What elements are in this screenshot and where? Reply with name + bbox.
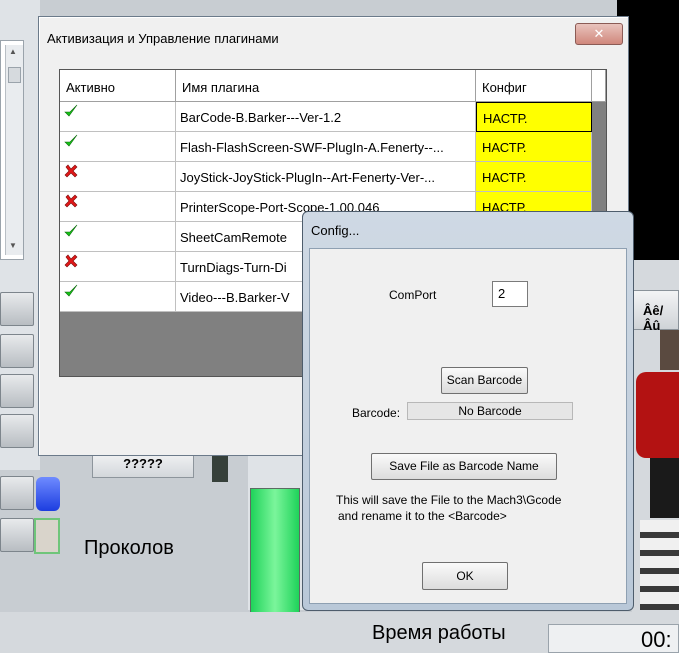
dialog-title: Config... bbox=[311, 223, 360, 238]
column-header-active[interactable]: Активно bbox=[60, 70, 176, 102]
side-button-3[interactable] bbox=[0, 374, 34, 408]
plugin-name: Flash-FlashScreen-SWF-PlugIn-A.Fenerty--… bbox=[176, 132, 476, 162]
column-header-name[interactable]: Имя плагина bbox=[176, 70, 476, 102]
plugin-row[interactable]: BarCode-B.Barker---Ver-1.2 НАСТР. bbox=[60, 102, 606, 132]
comport-input[interactable]: 2 bbox=[492, 281, 528, 307]
side-button-4[interactable] bbox=[0, 414, 34, 448]
side-button-6[interactable] bbox=[0, 518, 34, 552]
status-indicator bbox=[34, 518, 60, 554]
machine-image-stripes bbox=[640, 520, 679, 610]
info-line-1: This will save the File to the Mach3\Gco… bbox=[336, 493, 562, 507]
dialog-body: ComPort 2 Scan Barcode Barcode: No Barco… bbox=[309, 248, 627, 604]
runtime-label: Время работы bbox=[372, 622, 506, 644]
green-gauge bbox=[250, 488, 300, 618]
red-x-icon bbox=[64, 194, 78, 208]
barcode-value: No Barcode bbox=[407, 402, 573, 420]
active-toggle[interactable] bbox=[60, 102, 176, 132]
close-button[interactable]: ✕ bbox=[575, 23, 623, 45]
config-dialog: Config... ComPort 2 Scan Barcode Barcode… bbox=[302, 211, 634, 611]
green-check-icon bbox=[64, 134, 78, 148]
barcode-label: Barcode: bbox=[352, 406, 401, 420]
machine-image-top bbox=[660, 330, 679, 370]
blue-led-indicator bbox=[36, 477, 60, 511]
active-toggle[interactable] bbox=[60, 222, 176, 252]
machine-image-base bbox=[650, 458, 679, 518]
plugin-row[interactable]: Flash-FlashScreen-SWF-PlugIn-A.Fenerty--… bbox=[60, 132, 606, 162]
green-check-icon bbox=[64, 224, 78, 238]
plugin-config-button[interactable]: НАСТР. bbox=[476, 162, 592, 192]
scan-barcode-button[interactable]: Scan Barcode bbox=[441, 367, 528, 394]
red-x-icon bbox=[64, 164, 78, 178]
side-button-1[interactable] bbox=[0, 292, 34, 326]
side-button-5[interactable] bbox=[0, 476, 34, 510]
comport-label: ComPort bbox=[389, 288, 437, 302]
green-check-icon bbox=[64, 104, 78, 118]
runtime-field: 00: bbox=[548, 624, 679, 653]
green-check-icon bbox=[64, 284, 78, 298]
plugin-name: JoyStick-JoyStick-PlugIn--Art-Fenerty-Ve… bbox=[176, 162, 476, 192]
column-header-filler bbox=[592, 70, 606, 102]
red-x-icon bbox=[64, 254, 78, 268]
active-toggle[interactable] bbox=[60, 162, 176, 192]
window-title: Активизация и Управление плагинами bbox=[47, 31, 279, 46]
plugin-config-button[interactable]: НАСТР. bbox=[476, 132, 592, 162]
save-as-barcode-button[interactable]: Save File as Barcode Name bbox=[371, 453, 557, 480]
machine-image-body bbox=[636, 372, 679, 458]
side-button-2[interactable] bbox=[0, 334, 34, 368]
left-scrollbar[interactable]: ▲ ▼ bbox=[5, 45, 23, 255]
active-toggle[interactable] bbox=[60, 282, 176, 312]
active-toggle[interactable] bbox=[60, 192, 176, 222]
column-header-config[interactable]: Конфиг bbox=[476, 70, 592, 102]
scroll-down-icon[interactable]: ▼ bbox=[9, 241, 17, 250]
plugin-config-button[interactable]: НАСТР. bbox=[476, 102, 592, 132]
close-icon: ✕ bbox=[593, 26, 605, 41]
dark-indicator bbox=[212, 452, 228, 482]
active-toggle[interactable] bbox=[60, 132, 176, 162]
plugin-name: BarCode-B.Barker---Ver-1.2 bbox=[176, 102, 476, 132]
grid-header: Активно Имя плагина Конфиг bbox=[60, 70, 606, 102]
active-toggle[interactable] bbox=[60, 252, 176, 282]
info-line-2: and rename it to the <Barcode> bbox=[338, 509, 507, 523]
ok-button[interactable]: OK bbox=[422, 562, 508, 590]
punctures-label: Проколов bbox=[84, 537, 174, 559]
plugin-row[interactable]: JoyStick-JoyStick-PlugIn--Art-Fenerty-Ve… bbox=[60, 162, 606, 192]
scroll-up-icon[interactable]: ▲ bbox=[9, 47, 17, 56]
scroll-thumb[interactable] bbox=[8, 67, 21, 83]
right-mode-button[interactable]: Âê/Âû bbox=[632, 290, 679, 333]
